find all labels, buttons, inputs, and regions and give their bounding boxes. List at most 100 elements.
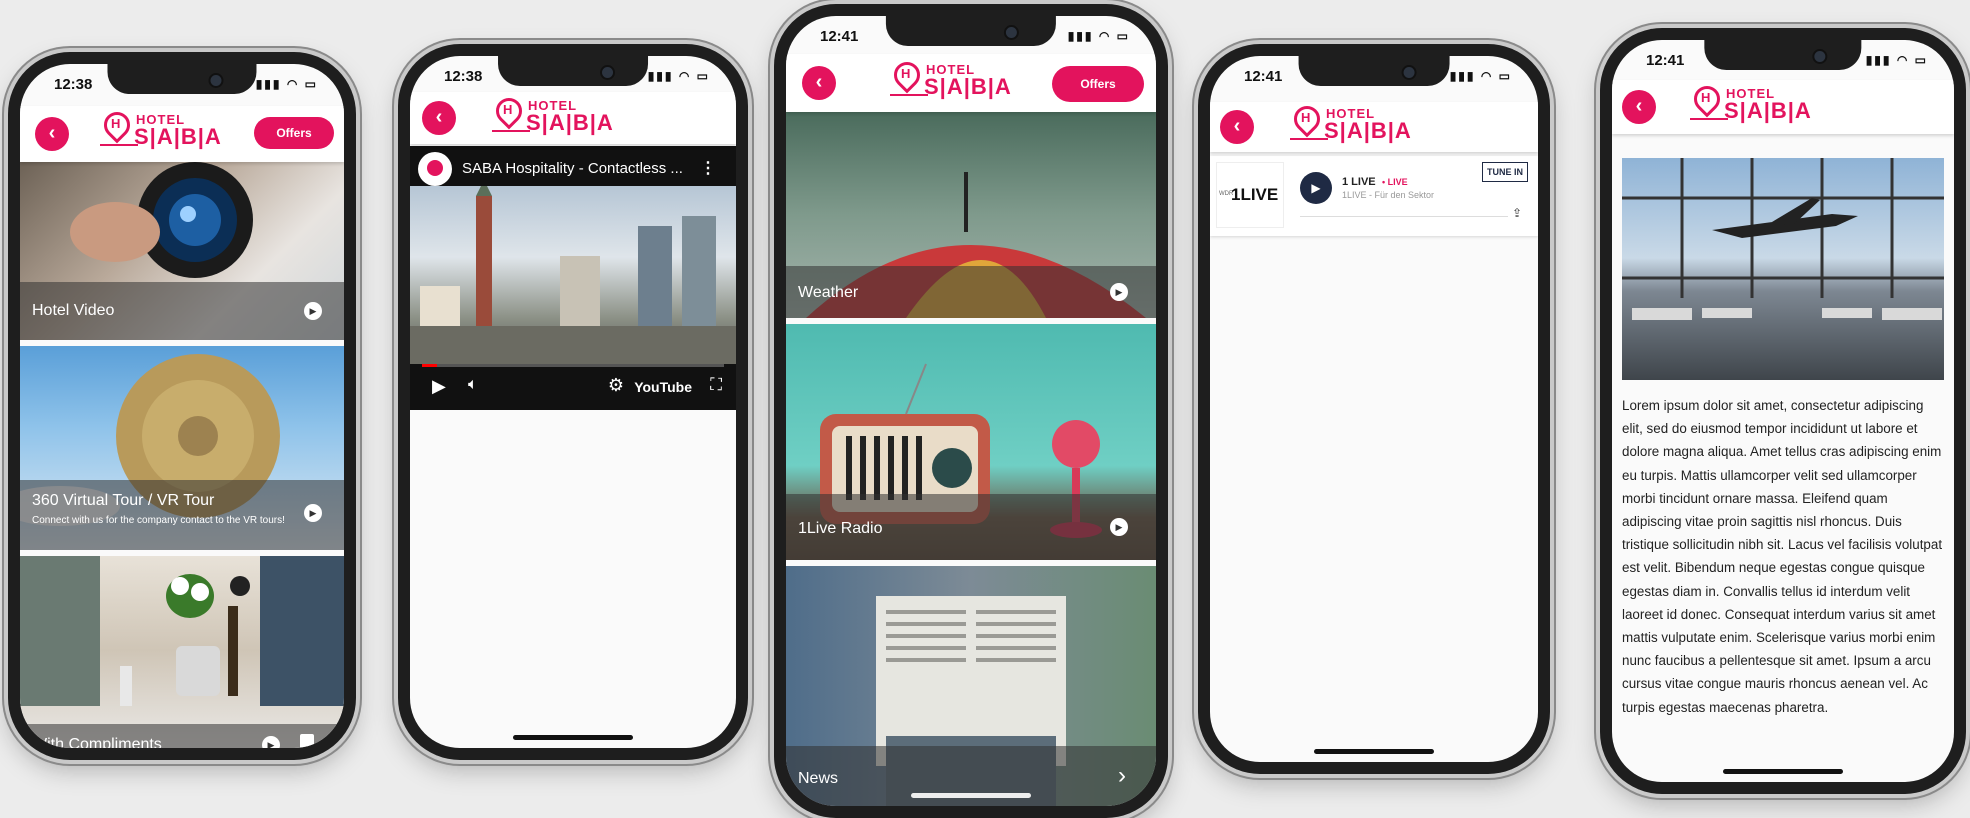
video-title[interactable]: SABA Hospitality - Contactless ... xyxy=(462,160,683,177)
hotel-saba-logo: H HOTEL S|A|B|A xyxy=(1288,100,1411,146)
home-indicator xyxy=(513,735,633,740)
back-button[interactable]: ‹ xyxy=(1622,90,1656,124)
tile-title: Weather xyxy=(798,284,859,301)
camera xyxy=(1401,65,1417,80)
status-icons: ▮▮▮ ◠ ▭ xyxy=(255,77,318,91)
home-indicator xyxy=(911,793,1031,798)
phone-1: 12:38 ▮▮▮ ◠ ▭ ‹ H HOTEL S|A|B|A Offers H… xyxy=(8,52,356,760)
tile-weather[interactable]: Weather ▶ xyxy=(786,112,1156,318)
more-vert-icon[interactable]: ⋮ xyxy=(700,158,716,178)
offers-button[interactable]: Offers xyxy=(254,117,334,149)
notch xyxy=(498,56,648,86)
camera xyxy=(1003,25,1019,40)
hotel-saba-logo: H HOTEL S|A|B|A xyxy=(490,92,613,138)
camera xyxy=(1812,49,1828,64)
phone-5-screen: 12:41 ▮▮▮ ◠ ▭ ‹ H HOTEL S|A|B|A Lorem ip… xyxy=(1612,40,1954,782)
app-header: ‹ H HOTEL S|A|B|A xyxy=(1210,100,1538,152)
saba-icon xyxy=(427,160,443,176)
station-name: 1 LIVE xyxy=(1342,176,1376,188)
tile-news[interactable]: News › xyxy=(786,566,1156,806)
phone-4: 12:41 ▮▮▮ ◠ ▭ ‹ H HOTEL S|A|B|A WDR 1LIV… xyxy=(1198,44,1550,774)
station-subtitle: 1LIVE - Für den Sektor xyxy=(1342,190,1435,200)
back-button[interactable]: ‹ xyxy=(35,117,69,151)
channel-avatar[interactable] xyxy=(418,152,452,186)
tile-subtitle: Connect with us for the company contact … xyxy=(32,515,285,526)
play-button[interactable]: ▶ xyxy=(1300,172,1332,204)
notch xyxy=(1298,56,1450,86)
share-icon[interactable]: ⇪ xyxy=(1512,206,1522,220)
app-header: ‹ H HOTEL S|A|B|A Offers xyxy=(786,54,1156,112)
home-indicator xyxy=(1314,749,1434,754)
station-logo: WDR 1LIVE xyxy=(1216,162,1284,228)
play-icon[interactable]: ▶ xyxy=(432,376,446,397)
status-icons: ▮▮▮ ◠ ▭ xyxy=(1449,69,1512,83)
phone-2-screen: 12:38 ▮▮▮ ◠ ▭ ‹ H HOTEL S|A|B|A SABA Hos… xyxy=(410,56,736,748)
progress-track[interactable] xyxy=(422,364,724,367)
tile-title: With Compliments xyxy=(32,736,162,748)
video-player[interactable]: SABA Hospitality - Contactless ... ⋮ ▶ 🔈… xyxy=(410,146,736,410)
status-icons: ▮▮▮ ◠ ▭ xyxy=(647,69,710,83)
tile-caption: 360 Virtual Tour / VR Tour Connect with … xyxy=(20,480,344,550)
status-icons: ▮▮▮ ◠ ▭ xyxy=(1865,53,1928,67)
play-icon[interactable]: ▶ xyxy=(1110,283,1128,301)
phone-3: 12:41 ▮▮▮ ◠ ▭ ‹ H HOTEL S|A|B|A Offers W… xyxy=(774,4,1168,818)
champagne-image xyxy=(20,556,344,706)
phone-1-screen: 12:38 ▮▮▮ ◠ ▭ ‹ H HOTEL S|A|B|A Offers H… xyxy=(20,64,344,748)
tile-caption: Weather ▶ xyxy=(786,266,1156,318)
app-header: ‹ H HOTEL S|A|B|A Offers xyxy=(20,106,344,162)
document-icon[interactable] xyxy=(300,734,314,748)
tile-with-compliments[interactable]: With Compliments ▶ xyxy=(20,556,344,748)
back-button[interactable]: ‹ xyxy=(802,66,836,100)
video-frame xyxy=(410,186,736,364)
live-badge: • LIVE xyxy=(1382,177,1408,187)
phone-4-screen: 12:41 ▮▮▮ ◠ ▭ ‹ H HOTEL S|A|B|A WDR 1LIV… xyxy=(1210,56,1538,762)
youtube-logo[interactable]: YouTube xyxy=(634,379,692,395)
play-icon[interactable]: ▶ xyxy=(304,504,322,522)
chevron-right-icon[interactable]: › xyxy=(1118,762,1126,790)
play-icon[interactable]: ▶ xyxy=(1110,518,1128,536)
tile-caption: Hotel Video ▶ xyxy=(20,282,344,340)
body-text: Lorem ipsum dolor sit amet, consectetur … xyxy=(1622,398,1943,715)
app-header: ‹ H HOTEL S|A|B|A xyxy=(1612,80,1954,134)
tunein-widget: WDR 1LIVE ▶ 1 LIVE • LIVE 1LIVE - Für de… xyxy=(1210,156,1538,236)
progress-fill xyxy=(422,364,438,367)
airport-image xyxy=(1622,158,1944,380)
phone-3-screen: 12:41 ▮▮▮ ◠ ▭ ‹ H HOTEL S|A|B|A Offers W… xyxy=(786,16,1156,806)
home-indicator xyxy=(1723,769,1843,774)
fullscreen-icon[interactable]: ⛶ xyxy=(710,375,722,395)
hotel-saba-logo: H HOTEL S|A|B|A xyxy=(888,56,1014,102)
phone-5: 12:41 ▮▮▮ ◠ ▭ ‹ H HOTEL S|A|B|A Lorem ip… xyxy=(1600,28,1966,794)
back-button[interactable]: ‹ xyxy=(422,101,456,135)
tile-caption: 1Live Radio ▶ xyxy=(786,494,1156,560)
widget-divider xyxy=(1300,216,1508,217)
app-header: ‹ H HOTEL S|A|B|A xyxy=(410,92,736,144)
camera xyxy=(599,65,615,80)
settings-icon[interactable]: ⚙ xyxy=(608,375,624,396)
status-time: 12:38 xyxy=(54,76,93,93)
status-time: 12:38 xyxy=(444,68,483,85)
back-button[interactable]: ‹ xyxy=(1220,110,1254,144)
play-icon[interactable]: ▶ xyxy=(304,302,322,320)
status-icons: ▮▮▮ ◠ ▭ xyxy=(1067,29,1130,43)
tile-vr-tour[interactable]: 360 Virtual Tour / VR Tour Connect with … xyxy=(20,346,344,550)
status-time: 12:41 xyxy=(820,28,859,45)
play-icon[interactable]: ▶ xyxy=(262,736,280,748)
tile-1live-radio[interactable]: 1Live Radio ▶ xyxy=(786,324,1156,560)
notch xyxy=(885,16,1057,46)
offers-button[interactable]: Offers xyxy=(1052,66,1144,102)
tile-caption: With Compliments ▶ xyxy=(20,724,344,748)
status-time: 12:41 xyxy=(1646,52,1685,69)
tile-title: News xyxy=(798,770,839,787)
notch xyxy=(107,64,257,94)
camera xyxy=(208,73,224,88)
phone-2: 12:38 ▮▮▮ ◠ ▭ ‹ H HOTEL S|A|B|A SABA Hos… xyxy=(398,44,748,760)
hotel-saba-logo: H HOTEL S|A|B|A xyxy=(98,106,221,152)
notch xyxy=(1704,40,1862,70)
tile-title: 360 Virtual Tour / VR Tour xyxy=(32,492,215,509)
status-time: 12:41 xyxy=(1244,68,1283,85)
volume-icon[interactable]: 🔈︎ xyxy=(468,376,478,394)
tile-title: Hotel Video xyxy=(32,302,115,319)
tile-hotel-video[interactable]: Hotel Video ▶ xyxy=(20,162,344,340)
tunein-logo: TUNE IN xyxy=(1482,162,1528,182)
hotel-saba-logo: H HOTEL S|A|B|A xyxy=(1688,80,1811,126)
